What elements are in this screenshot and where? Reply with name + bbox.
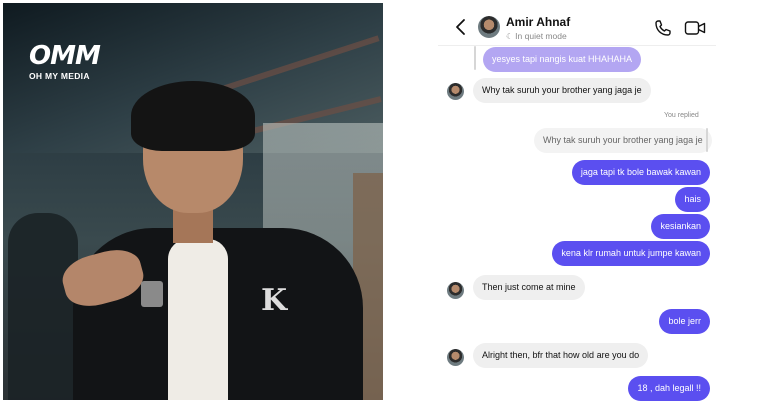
avatar[interactable] bbox=[447, 83, 464, 100]
message-bubble[interactable]: Alright then, bfr that how old are you d… bbox=[473, 343, 649, 368]
avatar[interactable] bbox=[447, 282, 464, 299]
logo-subtitle: OH MY MEDIA bbox=[29, 71, 90, 81]
oh-my-media-logo: OMM OH MY MEDIA bbox=[29, 41, 101, 81]
phone-icon[interactable] bbox=[654, 19, 672, 37]
message-row: 18 , dah legall !! bbox=[628, 376, 710, 401]
video-camera-icon[interactable] bbox=[684, 19, 706, 37]
page: K OMM OH MY MEDIA Amir Ahnaf ☾ In quiet m… bbox=[0, 0, 768, 403]
chevron-left-icon[interactable] bbox=[454, 18, 468, 36]
contact-name[interactable]: Amir Ahnaf bbox=[506, 15, 570, 29]
message-row: bole jerr bbox=[659, 309, 710, 334]
message-bubble[interactable]: kesiankan bbox=[651, 214, 710, 239]
reply-indicator-bar bbox=[706, 128, 708, 152]
status-text: In quiet mode bbox=[515, 31, 567, 41]
contact-status: ☾ In quiet mode bbox=[506, 31, 567, 41]
reply-quote-row: Why tak suruh your brother yang jaga je bbox=[534, 128, 712, 153]
background-person bbox=[8, 213, 78, 400]
chat-header: Amir Ahnaf ☾ In quiet mode bbox=[438, 10, 716, 46]
message-row: Then just come at mine bbox=[473, 275, 585, 300]
chat-window: Amir Ahnaf ☾ In quiet mode yesyes tapi na… bbox=[438, 10, 716, 403]
message-bubble[interactable]: jaga tapi tk bole bawak kawan bbox=[571, 160, 710, 185]
message-bubble[interactable]: Why tak suruh your brother yang jaga je bbox=[473, 78, 651, 103]
logo-mark: OMM bbox=[29, 41, 101, 71]
profile-photo: K OMM OH MY MEDIA bbox=[3, 3, 383, 400]
message-row: jaga tapi tk bole bawak kawan bbox=[571, 160, 710, 185]
message-row: kesiankan bbox=[651, 214, 710, 239]
message-row: hais bbox=[675, 187, 710, 212]
message-bubble[interactable]: Then just come at mine bbox=[473, 275, 585, 300]
moon-icon: ☾ bbox=[506, 32, 514, 41]
message-row: Alright then, bfr that how old are you d… bbox=[473, 343, 649, 368]
message-row: kena klr rumah untuk jumpe kawan bbox=[552, 241, 710, 266]
person-shirt bbox=[168, 239, 228, 400]
jacket-letter-patch: K bbox=[261, 283, 288, 318]
message-row: Why tak suruh your brother yang jaga je bbox=[473, 78, 651, 103]
avatar[interactable] bbox=[447, 349, 464, 366]
avatar[interactable] bbox=[478, 16, 500, 38]
message-bubble[interactable]: 18 , dah legall !! bbox=[628, 376, 710, 401]
message-row: yesyes tapi nangis kuat HHAHAHA bbox=[483, 47, 642, 72]
message-bubble[interactable]: kena klr rumah untuk jumpe kawan bbox=[552, 241, 710, 266]
quoted-message[interactable]: Why tak suruh your brother yang jaga je bbox=[534, 128, 712, 153]
reply-indicator-bar bbox=[474, 46, 476, 70]
jacket-badge bbox=[141, 281, 163, 307]
message-bubble[interactable]: yesyes tapi nangis kuat HHAHAHA bbox=[483, 47, 642, 72]
message-bubble[interactable]: bole jerr bbox=[659, 309, 710, 334]
message-bubble[interactable]: hais bbox=[675, 187, 710, 212]
you-replied-label: You replied bbox=[664, 112, 699, 119]
person-hair bbox=[131, 81, 255, 151]
